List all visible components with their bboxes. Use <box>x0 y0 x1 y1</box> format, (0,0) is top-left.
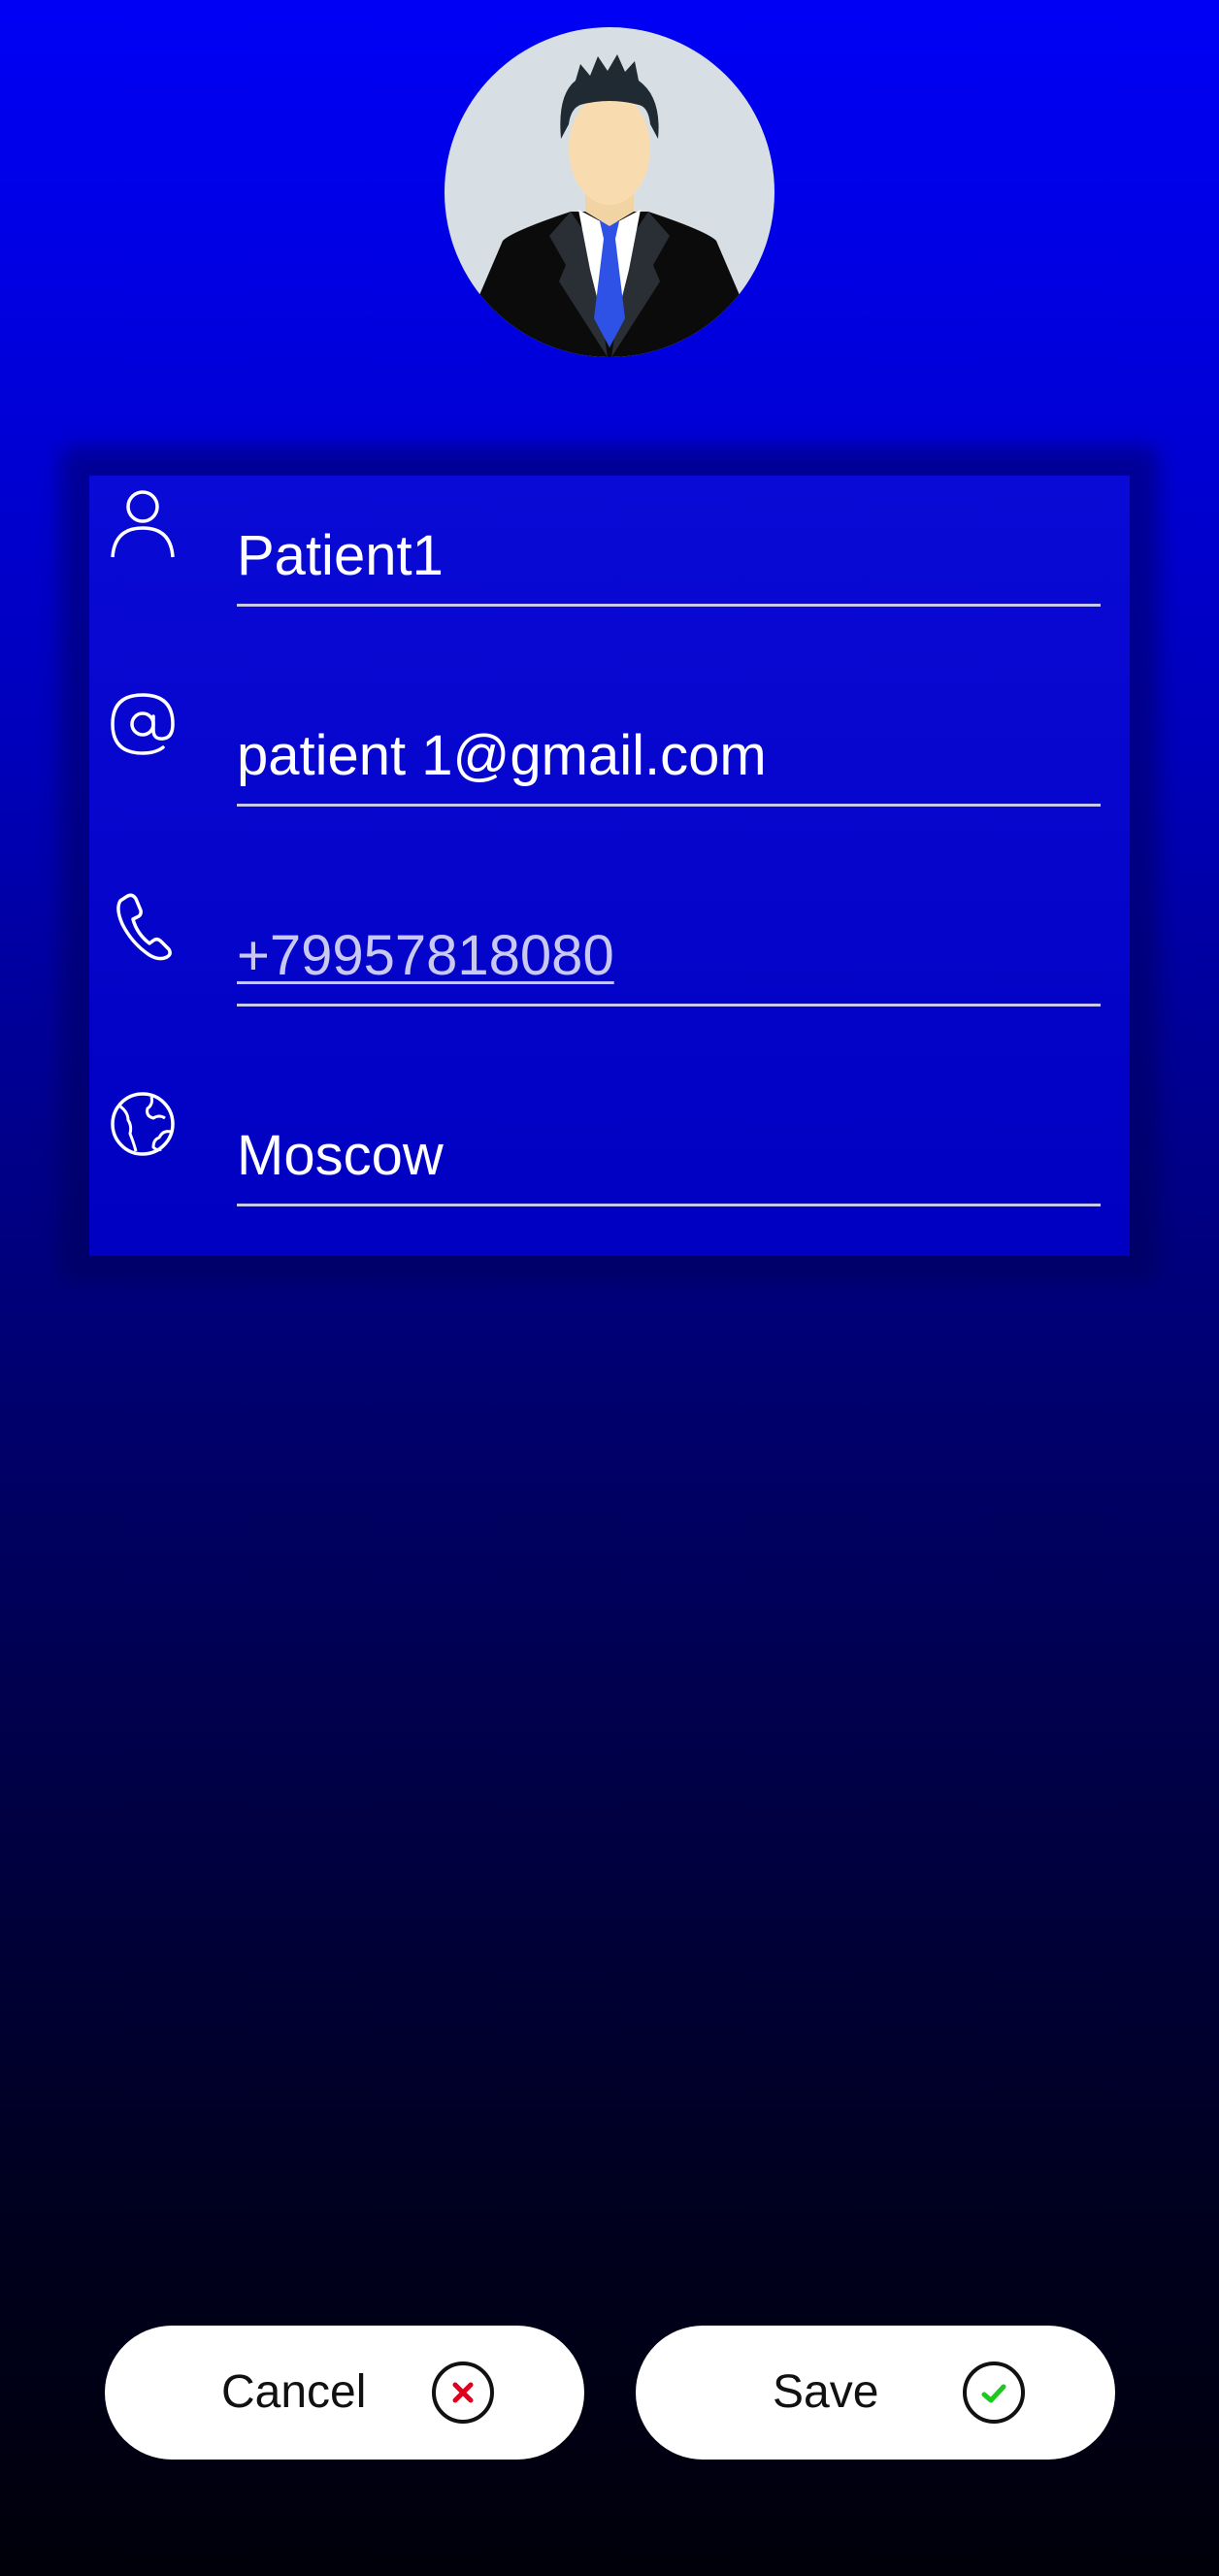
at-sign-icon <box>109 687 177 761</box>
person-icon <box>109 487 177 561</box>
phone-field[interactable]: +79957818080 <box>237 922 1101 990</box>
phone-icon <box>109 887 177 961</box>
save-button[interactable]: Save <box>636 2326 1115 2460</box>
profile-form: Patient1 patient 1@gmail.com +7995781808… <box>89 476 1130 1256</box>
city-field-row: Moscow <box>89 1075 1130 1275</box>
city-field-underline <box>237 1204 1101 1206</box>
save-button-label: Save <box>773 2366 879 2418</box>
email-field-row: patient 1@gmail.com <box>89 676 1130 875</box>
name-field-row: Patient1 <box>89 476 1130 676</box>
globe-icon <box>109 1087 177 1161</box>
city-field[interactable]: Moscow <box>237 1122 1101 1190</box>
phone-field-row: +79957818080 <box>89 875 1130 1075</box>
profile-avatar[interactable] <box>445 27 774 357</box>
cancel-button-label: Cancel <box>221 2366 367 2418</box>
businessman-avatar-icon <box>474 54 745 357</box>
name-field-underline <box>237 604 1101 607</box>
close-circle-icon <box>431 2361 495 2425</box>
email-field-underline <box>237 804 1101 807</box>
phone-field-underline <box>237 1004 1101 1007</box>
name-field[interactable]: Patient1 <box>237 522 1101 590</box>
email-field[interactable]: patient 1@gmail.com <box>237 722 1101 790</box>
cancel-button[interactable]: Cancel <box>105 2326 584 2460</box>
check-circle-icon <box>962 2361 1026 2425</box>
